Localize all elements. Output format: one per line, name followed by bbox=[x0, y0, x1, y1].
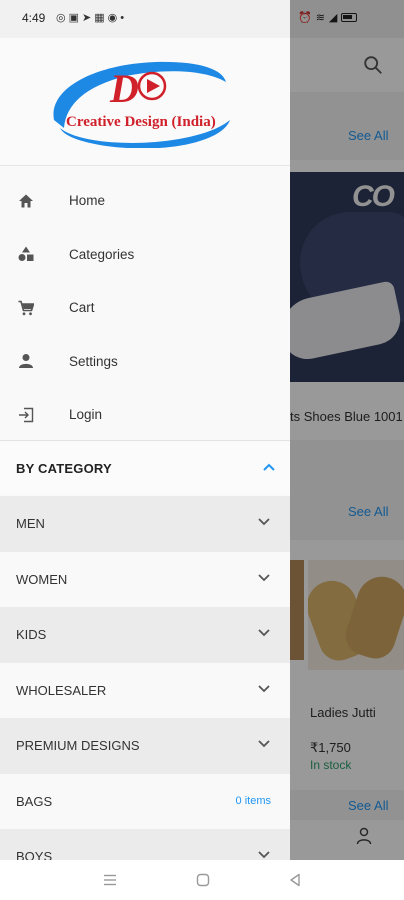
drawer-menu: Home Categories Cart Settings Login bbox=[0, 174, 290, 442]
back-button-icon[interactable] bbox=[287, 872, 303, 888]
category-item-kids[interactable]: KIDS bbox=[0, 607, 290, 663]
person-icon bbox=[17, 352, 35, 370]
category-name: KIDS bbox=[16, 627, 47, 643]
category-item-bags[interactable]: BAGS 0 items bbox=[0, 773, 290, 829]
messenger-icon: ◉ bbox=[107, 12, 121, 24]
category-name: PREMIUM DESIGNS bbox=[16, 738, 140, 754]
menu-item-login[interactable]: Login bbox=[0, 388, 290, 442]
menu-label: Cart bbox=[69, 300, 95, 316]
chevron-down-icon bbox=[258, 518, 270, 526]
navigation-drawer: D Creative Design (India) Home Categorie… bbox=[0, 38, 290, 860]
category-item-women[interactable]: WOMEN bbox=[0, 551, 290, 607]
category-name: MEN bbox=[16, 516, 45, 532]
system-navigation-bar bbox=[0, 860, 404, 900]
brand-logo: D Creative Design (India) bbox=[46, 58, 232, 148]
categories-icon bbox=[17, 245, 35, 263]
telegram-icon: ➤ bbox=[82, 12, 95, 24]
chevron-up-icon bbox=[263, 463, 275, 471]
status-bar: 4:49 ◎▣➤▦◉• ⏰≋◢ bbox=[0, 0, 404, 38]
category-name: WHOLESALER bbox=[16, 682, 107, 698]
image-icon: ▣ bbox=[68, 12, 83, 24]
notification-icons: ◎▣➤▦◉• bbox=[56, 11, 127, 24]
category-item-wholesaler[interactable]: WHOLESALER bbox=[0, 662, 290, 718]
recents-menu-icon[interactable] bbox=[102, 872, 118, 888]
by-category-toggle[interactable]: BY CATEGORY bbox=[0, 442, 290, 494]
whatsapp-icon: ◎ bbox=[56, 12, 69, 24]
chevron-down-icon bbox=[258, 740, 270, 748]
drawer-header: D Creative Design (India) bbox=[0, 38, 290, 166]
menu-item-settings[interactable]: Settings bbox=[0, 335, 290, 389]
category-name: BOYS bbox=[16, 849, 53, 860]
menu-label: Home bbox=[69, 193, 106, 209]
category-name: WOMEN bbox=[16, 571, 68, 587]
category-name: BAGS bbox=[16, 793, 53, 809]
brand-name: Creative Design (India) bbox=[66, 114, 216, 130]
category-list: MEN WOMEN KIDS WHOLESALER PREMIUM DESIGN… bbox=[0, 496, 290, 860]
category-item-boys[interactable]: BOYS bbox=[0, 829, 290, 860]
home-icon bbox=[17, 192, 35, 210]
login-icon bbox=[17, 406, 35, 424]
menu-label: Login bbox=[69, 407, 103, 423]
facebook-icon: ▦ bbox=[94, 12, 108, 24]
menu-item-cart[interactable]: Cart bbox=[0, 281, 290, 335]
menu-divider bbox=[0, 440, 290, 441]
chevron-down-icon bbox=[258, 629, 270, 637]
menu-item-home[interactable]: Home bbox=[0, 174, 290, 228]
menu-label: Settings bbox=[69, 353, 118, 369]
chevron-down-icon bbox=[258, 684, 270, 692]
clock: 4:49 bbox=[22, 11, 46, 25]
home-button-icon[interactable] bbox=[195, 872, 211, 888]
svg-text:D: D bbox=[109, 66, 139, 111]
menu-item-categories[interactable]: Categories bbox=[0, 228, 290, 282]
chevron-down-icon bbox=[258, 851, 270, 859]
chevron-down-icon bbox=[258, 573, 270, 581]
section-title: BY CATEGORY bbox=[16, 460, 112, 476]
menu-label: Categories bbox=[69, 246, 135, 262]
dot-icon: • bbox=[120, 12, 128, 24]
item-count-badge: 0 items bbox=[235, 795, 271, 808]
cart-icon bbox=[17, 299, 35, 317]
category-item-premium-designs[interactable]: PREMIUM DESIGNS bbox=[0, 718, 290, 774]
category-item-men[interactable]: MEN bbox=[0, 496, 290, 552]
logo-swoosh-icon: D bbox=[53, 61, 230, 148]
